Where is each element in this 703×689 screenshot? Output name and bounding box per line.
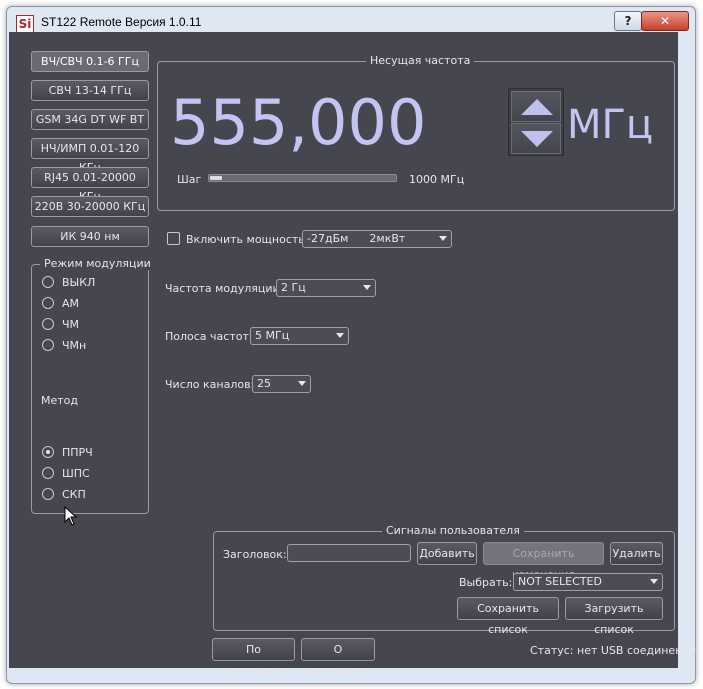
power-label: Включить мощность: <box>186 233 309 246</box>
radio-label: ШПС <box>62 467 90 480</box>
modulation-am-radio[interactable]: АМ <box>42 296 122 312</box>
modulation-group-title: Режим модуляции <box>40 257 155 270</box>
step-label: Шаг <box>177 173 202 186</box>
signal-select[interactable]: NOT SELECTED <box>513 573 663 591</box>
about-button[interactable]: О программе <box>301 638 375 677</box>
method-fhss-radio[interactable]: ППРЧ <box>42 445 122 461</box>
modulation-fsk-radio[interactable]: ЧМн <box>42 338 122 354</box>
band-button-rj45[interactable]: RJ45 0.01-20000 КГц <box>31 167 149 203</box>
status-text: Статус: нет USB соединения <box>530 644 697 657</box>
frequency-spinner <box>508 88 564 156</box>
mod-frequency-value: 2 Гц <box>281 281 306 294</box>
band-button-ir[interactable]: ИК 940 нм <box>31 226 149 247</box>
band-button-hf-uhf[interactable]: ВЧ/СВЧ 0.1-6 ГГц <box>31 51 149 72</box>
modulation-fm-radio[interactable]: ЧМ <box>42 317 122 333</box>
radio-circle <box>42 467 54 479</box>
power-select-value: -27дБм 2мкВт <box>307 232 406 245</box>
radio-label: ВЫКЛ <box>62 276 96 289</box>
signal-header-label: Заголовок: <box>223 548 287 561</box>
mod-frequency-label: Частота модуляции: <box>165 282 284 295</box>
channels-value: 25 <box>257 377 271 390</box>
arrow-down-icon <box>521 131 553 147</box>
power-select[interactable]: -27дБм 2мкВт <box>302 230 452 248</box>
frequency-down-button[interactable] <box>511 123 561 154</box>
radio-label: ППРЧ <box>62 446 93 459</box>
method-dsss-radio[interactable]: ШПС <box>42 466 122 482</box>
radio-label: АМ <box>62 297 80 310</box>
carrier-frequency-title: Несущая частота <box>366 54 475 67</box>
app-logo-icon: Si <box>16 15 34 33</box>
add-signal-button[interactable]: Добавить <box>417 542 477 565</box>
band-button-shf[interactable]: СВЧ 13-14 ГГц <box>31 80 149 101</box>
chevron-down-icon <box>363 285 371 290</box>
signal-header-input[interactable] <box>287 544 411 562</box>
radio-label: СКП <box>62 488 86 501</box>
band-button-lf[interactable]: НЧ/ИМП 0.01-120 КГц <box>31 138 149 174</box>
power-checkbox[interactable] <box>167 232 180 245</box>
step-slider-handle[interactable] <box>210 176 222 180</box>
bandwidth-value: 5 МГц <box>255 329 290 342</box>
channels-select[interactable]: 25 <box>252 375 311 393</box>
delete-signal-button[interactable]: Удалить <box>610 542 663 565</box>
radio-circle <box>42 339 54 351</box>
band-button-gsm[interactable]: GSM 34G DT WF BT <box>31 109 149 130</box>
mod-frequency-select[interactable]: 2 Гц <box>276 279 376 297</box>
radio-circle <box>42 276 54 288</box>
arrow-up-icon <box>521 99 553 115</box>
save-list-button[interactable]: Сохранить список <box>457 597 559 636</box>
chevron-down-icon <box>439 236 447 241</box>
load-list-button[interactable]: Загрузить список <box>565 597 663 636</box>
user-signals-title: Сигналы пользователя <box>382 524 524 537</box>
radio-circle <box>42 297 54 309</box>
frequency-up-button[interactable] <box>511 91 561 122</box>
close-button[interactable]: ✕ <box>641 11 689 31</box>
method-skp-radio[interactable]: СКП <box>42 487 122 503</box>
window-title: ST122 Remote Версия 1.0.11 <box>41 15 202 29</box>
radio-circle-checked <box>42 446 54 458</box>
band-button-220v[interactable]: 220В 30-20000 КГц <box>31 196 149 217</box>
modulation-off-radio[interactable]: ВЫКЛ <box>42 275 122 291</box>
help-button[interactable]: ? <box>614 11 642 31</box>
frequency-display: 555,000 <box>170 86 427 159</box>
step-slider[interactable] <box>208 174 397 182</box>
step-value: 1000 МГц <box>409 173 465 186</box>
mouse-cursor-icon <box>64 506 78 526</box>
frequency-unit: МГц <box>567 102 654 148</box>
signal-select-value: NOT SELECTED <box>518 575 602 588</box>
radio-label: ЧМн <box>62 339 87 352</box>
chevron-down-icon <box>650 579 658 584</box>
channels-label: Число каналов: <box>165 378 255 391</box>
chevron-down-icon <box>298 381 306 386</box>
method-label: Метод <box>41 394 79 407</box>
save-changes-button[interactable]: Сохранить изменения <box>483 542 604 581</box>
defaults-button[interactable]: По умолчанию <box>212 638 295 677</box>
chevron-down-icon <box>336 333 344 338</box>
radio-circle <box>42 488 54 500</box>
bandwidth-label: Полоса частот: <box>165 330 253 343</box>
select-signal-label: Выбрать: <box>459 576 513 589</box>
radio-circle <box>42 318 54 330</box>
bandwidth-select[interactable]: 5 МГц <box>250 327 349 345</box>
radio-label: ЧМ <box>62 318 80 331</box>
